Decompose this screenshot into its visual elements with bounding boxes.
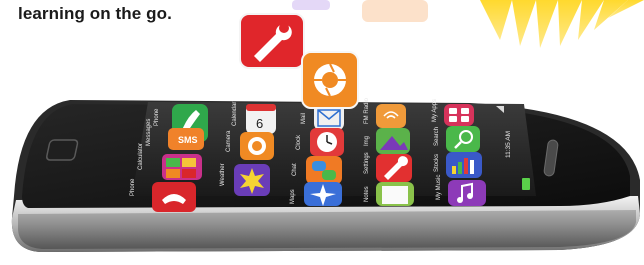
app-label-mail: Mail — [301, 113, 307, 124]
app-my-music[interactable] — [448, 180, 486, 206]
app-search[interactable] — [446, 126, 480, 152]
app-label-camera: Camera — [226, 130, 232, 152]
dock-label-calculator: Calculator — [138, 143, 144, 170]
floating-tile-faded — [362, 0, 428, 22]
app-label-my-music: My Music — [436, 175, 442, 200]
battery-icon — [522, 178, 530, 190]
app-my-apps[interactable] — [444, 104, 474, 126]
sms-icon: SMS — [178, 135, 198, 145]
floating-settings-tile — [239, 13, 305, 69]
dock-label-phone-2: Phone — [130, 178, 136, 196]
apps-icon — [449, 108, 457, 114]
app-label-notes: Notes — [364, 186, 370, 202]
app-label-my-apps: My Apps — [432, 99, 438, 122]
app-label-fm-radio: FM Radio — [364, 97, 370, 124]
app-label-calendar: Calendar — [232, 102, 238, 126]
calculator-icon — [166, 158, 180, 167]
app-label-chat: Chat — [292, 163, 298, 176]
chat-icon — [312, 161, 326, 171]
floating-tile-faded — [292, 0, 330, 10]
app-label-search: Search — [434, 127, 440, 146]
home-button[interactable] — [45, 139, 79, 161]
sun-burst-icon — [480, 0, 644, 48]
app-label-img: Img — [364, 136, 370, 146]
floating-camera-tile — [301, 51, 359, 109]
notes-icon — [382, 186, 408, 204]
app-label-settings: Settings — [364, 152, 370, 174]
chart-icon — [452, 166, 456, 174]
calendar-icon: 6 — [256, 116, 263, 131]
dock-label-phone: Phone — [154, 108, 160, 126]
app-label-weather: Weather — [220, 163, 226, 186]
app-label-clock: Clock — [296, 134, 302, 150]
app-label-stocks: Stocks — [434, 154, 440, 172]
app-label-maps: Maps — [290, 189, 296, 204]
phone-illustration: 11:35 AM Phone SMS Messages Calculator P… — [11, 0, 644, 252]
dock-label-messages: Messages — [146, 119, 152, 146]
status-time: 11:35 AM — [505, 131, 512, 158]
